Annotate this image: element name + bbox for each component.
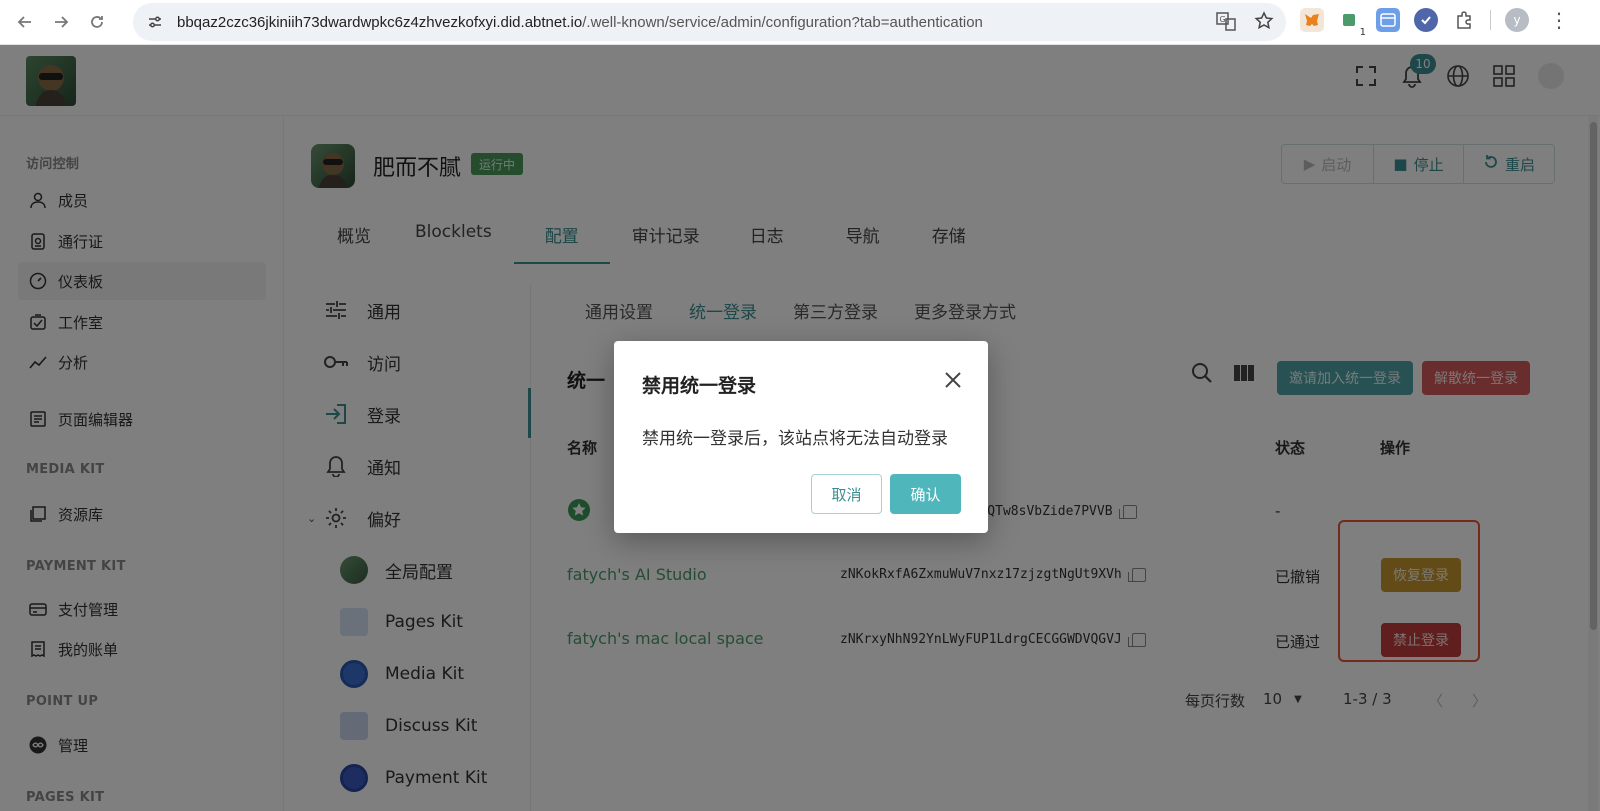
disable-unified-login-dialog: 禁用统一登录 禁用统一登录后，该站点将无法自动登录 取消 确认 (614, 341, 988, 533)
close-icon[interactable] (942, 369, 964, 391)
extension-window-icon[interactable] (1376, 8, 1400, 32)
extension-green-icon[interactable]: 1 (1338, 8, 1366, 38)
svg-text:G: G (1220, 15, 1226, 24)
cancel-button[interactable]: 取消 (811, 474, 882, 514)
browser-profile-avatar[interactable]: y (1505, 8, 1529, 32)
browser-toolbar: bbqaz2czc36jkiniih73dwardwpkc6z4zhvezkof… (0, 0, 1600, 45)
extensions-puzzle-icon[interactable] (1452, 8, 1476, 32)
back-icon[interactable] (14, 11, 36, 33)
dialog-title: 禁用统一登录 (642, 375, 757, 397)
translate-icon[interactable]: G (1216, 11, 1236, 35)
extension-check-icon[interactable] (1414, 8, 1438, 32)
browser-menu-icon[interactable]: ⋮ (1549, 8, 1569, 32)
site-settings-icon[interactable] (145, 12, 165, 32)
extension-badge: 1 (1359, 27, 1366, 38)
confirm-button[interactable]: 确认 (890, 474, 961, 514)
address-bar[interactable]: bbqaz2czc36jkiniih73dwardwpkc6z4zhvezkof… (133, 3, 1286, 41)
dialog-message: 禁用统一登录后，该站点将无法自动登录 (642, 429, 948, 449)
url-path: /.well-known/service/admin/configuration… (582, 13, 983, 31)
forward-icon[interactable] (50, 11, 72, 33)
bookmark-star-icon[interactable] (1254, 11, 1274, 35)
url-host: bbqaz2czc36jkiniih73dwardwpkc6z4zhvezkof… (177, 13, 583, 31)
metamask-extension-icon[interactable] (1300, 8, 1324, 32)
toolbar-divider (1490, 10, 1491, 30)
url-text: bbqaz2czc36jkiniih73dwardwpkc6z4zhvezkof… (177, 14, 983, 31)
reload-icon[interactable] (86, 11, 108, 33)
